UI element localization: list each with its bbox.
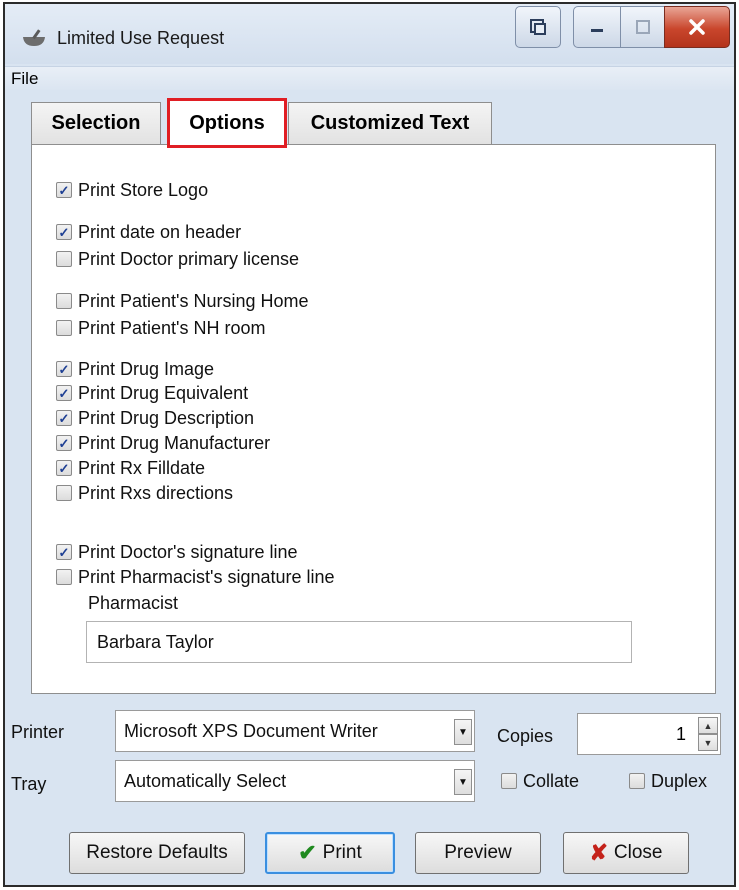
checkbox[interactable]: ✓ bbox=[56, 182, 72, 198]
option-print-date-on-header[interactable]: ✓ Print date on header bbox=[56, 221, 241, 243]
close-label: Close bbox=[613, 842, 663, 863]
tab-selection-label: Selection bbox=[51, 112, 141, 134]
option-print-patient-nh-room[interactable]: Print Patient's NH room bbox=[56, 317, 266, 339]
tab-options[interactable]: Options bbox=[167, 98, 287, 148]
printer-value: Microsoft XPS Document Writer bbox=[124, 721, 378, 741]
spin-down-icon[interactable]: ▼ bbox=[698, 734, 718, 751]
tab-customized-text[interactable]: Customized Text bbox=[288, 102, 492, 144]
close-button[interactable]: ✘ Close bbox=[563, 832, 689, 874]
checkbox[interactable] bbox=[56, 569, 72, 585]
x-icon: ✘ bbox=[589, 840, 608, 865]
checkbox[interactable]: ✓ bbox=[56, 410, 72, 426]
chevron-down-icon[interactable]: ▼ bbox=[454, 719, 472, 745]
preview-button[interactable]: Preview bbox=[415, 832, 541, 874]
option-label: Print Drug Description bbox=[78, 407, 255, 428]
minimize-button[interactable] bbox=[573, 6, 621, 48]
option-print-patient-nursing-home[interactable]: Print Patient's Nursing Home bbox=[56, 290, 309, 312]
option-print-store-logo[interactable]: ✓ Print Store Logo bbox=[56, 179, 208, 201]
option-label: Print Drug Image bbox=[78, 358, 215, 379]
option-print-drug-manufacturer[interactable]: ✓ Print Drug Manufacturer bbox=[56, 432, 270, 454]
maximize-button[interactable] bbox=[620, 6, 665, 48]
checkbox[interactable]: ✓ bbox=[56, 224, 72, 240]
option-label: Print Doctor's signature line bbox=[78, 541, 298, 562]
option-print-pharmacist-signature-line[interactable]: Print Pharmacist's signature line bbox=[56, 566, 335, 588]
checkbox[interactable]: ✓ bbox=[56, 460, 72, 476]
printer-select[interactable]: Microsoft XPS Document Writer ▼ bbox=[115, 710, 475, 752]
option-label: Print Patient's Nursing Home bbox=[78, 290, 309, 311]
chevron-down-icon[interactable]: ▼ bbox=[454, 769, 472, 795]
option-label: Print Rxs directions bbox=[78, 482, 234, 503]
option-print-doctor-signature-line[interactable]: ✓ Print Doctor's signature line bbox=[56, 541, 298, 563]
duplex-checkbox[interactable] bbox=[629, 773, 645, 789]
title-bar[interactable]: Limited Use Request bbox=[5, 4, 734, 64]
restore-defaults-button[interactable]: Restore Defaults bbox=[69, 832, 245, 874]
option-print-drug-equivalent[interactable]: ✓ Print Drug Equivalent bbox=[56, 382, 248, 404]
pharmacist-label: Pharmacist bbox=[88, 593, 179, 613]
copies-value: 1 bbox=[675, 724, 686, 744]
tab-options-label: Options bbox=[189, 111, 265, 134]
copies-input[interactable]: 1 ▲ ▼ bbox=[577, 713, 721, 755]
mortar-pestle-icon bbox=[23, 29, 45, 46]
option-print-doctor-primary-license[interactable]: Print Doctor primary license bbox=[56, 248, 299, 270]
minimize-icon bbox=[574, 7, 620, 47]
collate-checkbox[interactable] bbox=[501, 773, 517, 789]
spin-up-icon[interactable]: ▲ bbox=[698, 717, 718, 734]
checkbox[interactable] bbox=[56, 251, 72, 267]
extra-caption-button[interactable] bbox=[515, 6, 561, 48]
copies-spinner[interactable]: ▲ ▼ bbox=[698, 717, 718, 751]
tray-label: Tray bbox=[11, 774, 47, 794]
collate-checkbox-row[interactable]: Collate bbox=[501, 770, 579, 792]
option-label: Print Doctor primary license bbox=[78, 248, 300, 269]
menu-bar: File bbox=[5, 66, 734, 90]
limited-use-request-window: Limited Use Request File Selection Optio… bbox=[3, 2, 736, 887]
option-label: Print Drug Manufacturer bbox=[78, 432, 271, 453]
checkbox[interactable] bbox=[56, 320, 72, 336]
option-label: Print Drug Equivalent bbox=[78, 382, 249, 403]
option-label: Print Store Logo bbox=[78, 179, 209, 200]
duplex-label: Duplex bbox=[651, 770, 708, 791]
checkbox[interactable]: ✓ bbox=[56, 435, 72, 451]
print-button[interactable]: ✔ Print bbox=[265, 832, 395, 874]
option-label: Print Pharmacist's signature line bbox=[78, 566, 335, 587]
option-print-rx-filldate[interactable]: ✓ Print Rx Filldate bbox=[56, 457, 205, 479]
close-window-button[interactable] bbox=[664, 6, 730, 48]
close-icon bbox=[665, 7, 729, 47]
checkbox[interactable] bbox=[56, 485, 72, 501]
preview-label: Preview bbox=[444, 842, 512, 863]
option-print-drug-image[interactable]: ✓ Print Drug Image bbox=[56, 358, 214, 380]
checkbox[interactable]: ✓ bbox=[56, 385, 72, 401]
option-print-rxs-directions[interactable]: Print Rxs directions bbox=[56, 482, 233, 504]
checkbox[interactable]: ✓ bbox=[56, 361, 72, 377]
duplex-checkbox-row[interactable]: Duplex bbox=[629, 770, 707, 792]
tab-customized-text-label: Customized Text bbox=[310, 112, 470, 134]
menu-file[interactable]: File bbox=[11, 69, 38, 89]
option-label: Print Rx Filldate bbox=[78, 457, 206, 478]
option-label: Print Patient's NH room bbox=[78, 317, 266, 338]
restore-defaults-label: Restore Defaults bbox=[86, 842, 228, 863]
tray-select[interactable]: Automatically Select ▼ bbox=[115, 760, 475, 802]
tab-selection[interactable]: Selection bbox=[31, 102, 161, 144]
checkbox[interactable] bbox=[56, 293, 72, 309]
maximize-icon bbox=[621, 7, 664, 47]
window-stack-icon bbox=[516, 7, 560, 47]
tray-value: Automatically Select bbox=[124, 771, 287, 791]
pharmacist-input[interactable]: Barbara Taylor bbox=[86, 621, 632, 663]
window-title: Limited Use Request bbox=[57, 28, 225, 48]
copies-label: Copies bbox=[497, 726, 554, 746]
option-label: Print date on header bbox=[78, 221, 242, 242]
option-print-drug-description[interactable]: ✓ Print Drug Description bbox=[56, 407, 254, 429]
checkbox[interactable]: ✓ bbox=[56, 544, 72, 560]
collate-label: Collate bbox=[523, 770, 580, 791]
options-panel: ✓ Print Store Logo ✓ Print date on heade… bbox=[31, 144, 716, 694]
printer-label: Printer bbox=[11, 722, 65, 742]
print-label: Print bbox=[322, 842, 362, 863]
checkmark-icon: ✔ bbox=[298, 840, 317, 865]
